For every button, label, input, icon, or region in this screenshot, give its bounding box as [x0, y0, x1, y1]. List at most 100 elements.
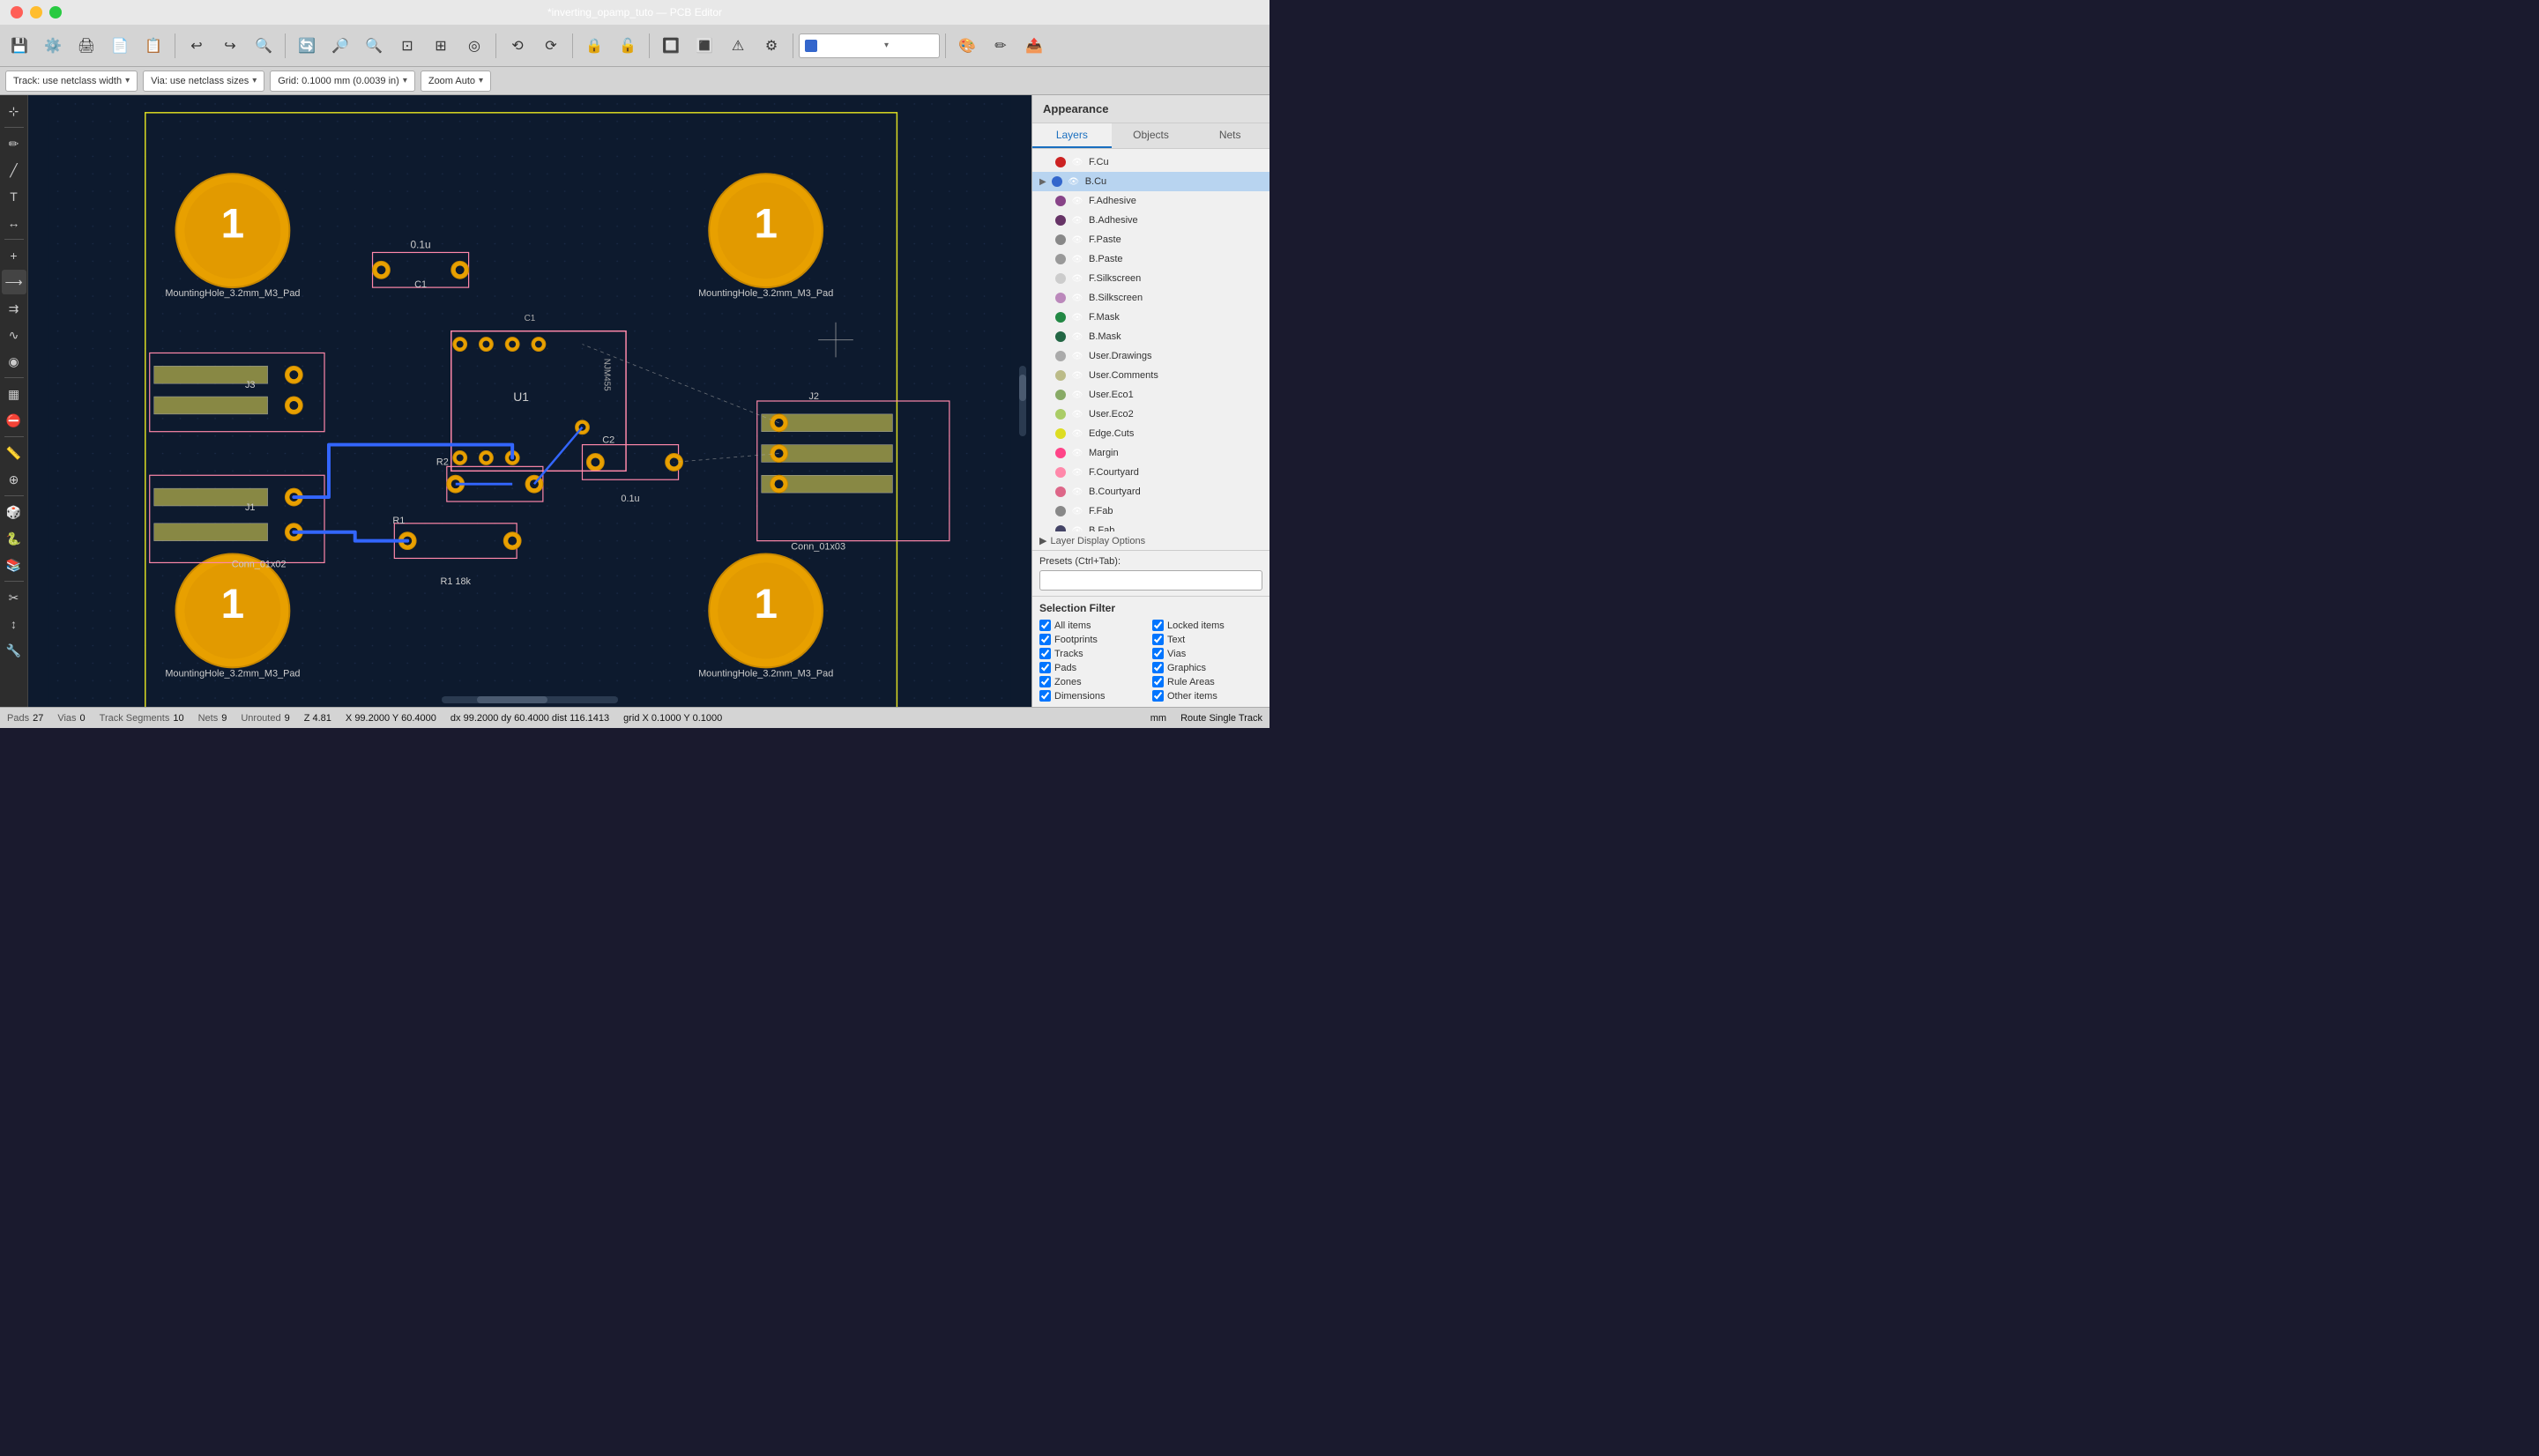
layer-visibility-b-fab[interactable]: 👁: [1071, 524, 1083, 531]
layer-row-f-cu[interactable]: 👁F.Cu: [1032, 152, 1270, 172]
settings-button[interactable]: ⚙: [756, 30, 787, 62]
line-tool[interactable]: ╱: [2, 158, 26, 182]
layer-visibility-b-cu[interactable]: 👁: [1068, 175, 1080, 188]
origin-tool[interactable]: ⊕: [2, 467, 26, 492]
keepout-tool[interactable]: ⛔: [2, 408, 26, 433]
vertical-scrollbar[interactable]: [1019, 366, 1026, 436]
refresh-button[interactable]: 🔄: [291, 30, 323, 62]
edit-tool[interactable]: ✂: [2, 585, 26, 610]
layer-row-user-eco2[interactable]: 👁User.Eco2: [1032, 405, 1270, 424]
sf-checkbox-all-items[interactable]: [1039, 620, 1051, 631]
layer-row-b-silkscreen[interactable]: 👁B.Silkscreen: [1032, 288, 1270, 308]
layer-visibility-f-cu[interactable]: 👁: [1071, 156, 1083, 168]
redo-button[interactable]: ↪: [214, 30, 246, 62]
3d-tool[interactable]: 🎲: [2, 500, 26, 524]
scrollbar-thumb[interactable]: [477, 696, 547, 703]
highlight-button[interactable]: 🎨: [951, 30, 983, 62]
sf-checkbox-tracks[interactable]: [1039, 648, 1051, 659]
layer-row-b-fab[interactable]: 👁B.Fab: [1032, 521, 1270, 531]
horizontal-scrollbar[interactable]: [442, 696, 618, 703]
pcb-canvas[interactable]: 1 MountingHole_3.2mm_M3_Pad 1 MountingHo…: [28, 95, 1031, 707]
tab-nets[interactable]: Nets: [1190, 123, 1270, 148]
layer-row-f-courtyard[interactable]: 👁F.Courtyard: [1032, 463, 1270, 482]
python-tool[interactable]: 🐍: [2, 526, 26, 551]
layer-row-b-paste[interactable]: 👁B.Paste: [1032, 249, 1270, 269]
layer-visibility-edge-cuts[interactable]: 👁: [1071, 427, 1083, 440]
measure-tool[interactable]: 📏: [2, 441, 26, 465]
close-button[interactable]: [11, 6, 23, 19]
layer-row-f-mask[interactable]: 👁F.Mask: [1032, 308, 1270, 327]
sf-checkbox-vias[interactable]: [1152, 648, 1164, 659]
netinspect2-button[interactable]: 🔳: [689, 30, 720, 62]
add-fp-tool[interactable]: +: [2, 243, 26, 268]
redo2-button[interactable]: ⟳: [535, 30, 567, 62]
select-tool[interactable]: ⊹: [2, 99, 26, 123]
zoom-center-button[interactable]: ◎: [458, 30, 490, 62]
undo-button[interactable]: ↩: [181, 30, 212, 62]
draw-tool[interactable]: ✏: [2, 131, 26, 156]
route-tool[interactable]: ⟶: [2, 270, 26, 294]
unlock-button[interactable]: 🔓: [612, 30, 644, 62]
layer-visibility-b-mask[interactable]: 👁: [1071, 331, 1083, 343]
layer-visibility-b-silkscreen[interactable]: 👁: [1071, 292, 1083, 304]
presets-select[interactable]: All Layers ▾: [1039, 570, 1262, 591]
via-tool[interactable]: ◉: [2, 349, 26, 374]
layer-visibility-user-eco2[interactable]: 👁: [1071, 408, 1083, 420]
netinspect-button[interactable]: 🔲: [655, 30, 687, 62]
sf-checkbox-rule-areas[interactable]: [1152, 676, 1164, 687]
sf-checkbox-dimensions[interactable]: [1039, 690, 1051, 702]
layer-row-f-paste[interactable]: 👁F.Paste: [1032, 230, 1270, 249]
layer-row-edge-cuts[interactable]: 👁Edge.Cuts: [1032, 424, 1270, 443]
tune-tool[interactable]: ∿: [2, 323, 26, 347]
tab-layers[interactable]: Layers: [1032, 123, 1112, 148]
drc-button[interactable]: ⚠: [722, 30, 754, 62]
minimize-button[interactable]: [30, 6, 42, 19]
layer-tool[interactable]: 📚: [2, 553, 26, 577]
sf-checkbox-zones[interactable]: [1039, 676, 1051, 687]
board-setup-button[interactable]: ⚙️: [37, 30, 69, 62]
export-button[interactable]: 📤: [1018, 30, 1050, 62]
sf-checkbox-text[interactable]: [1152, 634, 1164, 645]
layer-display-label[interactable]: ▶ Layer Display Options: [1039, 535, 1262, 546]
plot2-button[interactable]: 📋: [138, 30, 169, 62]
sf-checkbox-locked-items[interactable]: [1152, 620, 1164, 631]
copper-zone-tool[interactable]: ▦: [2, 382, 26, 406]
sf-checkbox-graphics[interactable]: [1152, 662, 1164, 673]
layer-row-b-mask[interactable]: 👁B.Mask: [1032, 327, 1270, 346]
layer-visibility-f-mask[interactable]: 👁: [1071, 311, 1083, 323]
layer-row-margin[interactable]: 👁Margin: [1032, 443, 1270, 463]
zoom-fit-button[interactable]: ⊡: [391, 30, 423, 62]
tools-button[interactable]: 🔧: [2, 638, 26, 663]
layer-visibility-f-adhesive[interactable]: 👁: [1071, 195, 1083, 207]
layer-row-b-courtyard[interactable]: 👁B.Courtyard: [1032, 482, 1270, 501]
undo2-button[interactable]: ⟲: [502, 30, 533, 62]
layer-selector[interactable]: B.Cu (PgDn) ▾: [799, 33, 940, 58]
zoom-in-button[interactable]: 🔎: [324, 30, 356, 62]
layer-row-user-comments[interactable]: 👁User.Comments: [1032, 366, 1270, 385]
sf-checkbox-pads[interactable]: [1039, 662, 1051, 673]
via-selector[interactable]: Via: use netclass sizes ▾: [143, 71, 264, 92]
tab-objects[interactable]: Objects: [1112, 123, 1191, 148]
layer-visibility-f-fab[interactable]: 👁: [1071, 505, 1083, 517]
layer-visibility-b-paste[interactable]: 👁: [1071, 253, 1083, 265]
layer-row-f-fab[interactable]: 👁F.Fab: [1032, 501, 1270, 521]
layer-row-user-drawings[interactable]: 👁User.Drawings: [1032, 346, 1270, 366]
zoom-area-button[interactable]: ⊞: [425, 30, 457, 62]
sketch-button[interactable]: ✏: [985, 30, 1016, 62]
sf-checkbox-other-items[interactable]: [1152, 690, 1164, 702]
layer-visibility-user-drawings[interactable]: 👁: [1071, 350, 1083, 362]
layer-visibility-margin[interactable]: 👁: [1071, 447, 1083, 459]
track-selector[interactable]: Track: use netclass width ▾: [5, 71, 138, 92]
layer-visibility-user-comments[interactable]: 👁: [1071, 369, 1083, 382]
dim-tool[interactable]: ↔: [2, 211, 26, 235]
diff-pair-tool[interactable]: ⇉: [2, 296, 26, 321]
layer-visibility-f-silkscreen[interactable]: 👁: [1071, 272, 1083, 285]
layer-row-b-adhesive[interactable]: 👁B.Adhesive: [1032, 211, 1270, 230]
vscroll-thumb[interactable]: [1019, 375, 1026, 401]
zoom-out-button[interactable]: 🔍: [358, 30, 390, 62]
layer-row-user-eco1[interactable]: 👁User.Eco1: [1032, 385, 1270, 405]
layer-visibility-user-eco1[interactable]: 👁: [1071, 389, 1083, 401]
search-button[interactable]: 🔍: [248, 30, 279, 62]
layer-visibility-b-courtyard[interactable]: 👁: [1071, 486, 1083, 498]
layer-row-b-cu[interactable]: ▶👁B.Cu: [1032, 172, 1270, 191]
